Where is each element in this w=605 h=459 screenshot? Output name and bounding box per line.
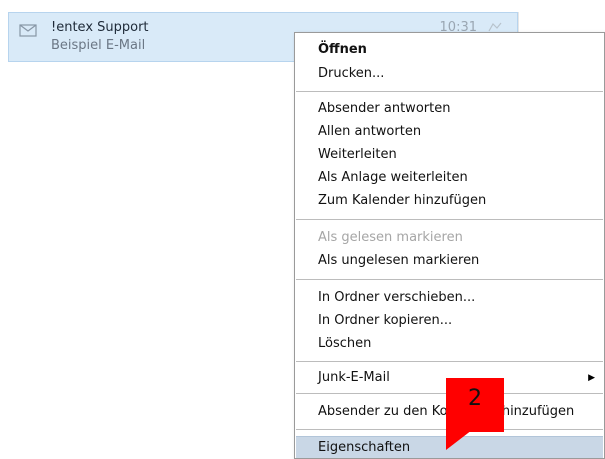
submenu-arrow-icon: ▶	[588, 373, 595, 383]
menu-item-open[interactable]: Öffnen	[296, 39, 603, 61]
envelope-icon	[19, 22, 37, 37]
menu-item-mark-unread[interactable]: Als ungelesen markieren	[296, 250, 603, 272]
menu-item-forward[interactable]: Weiterleiten	[296, 144, 603, 166]
menu-separator	[296, 279, 603, 280]
annotation-callout: 2	[446, 378, 504, 432]
menu-item-print[interactable]: Drucken...	[296, 63, 603, 85]
menu-item-delete[interactable]: Löschen	[296, 333, 603, 355]
menu-item-add-to-calendar[interactable]: Zum Kalender hinzufügen	[296, 190, 603, 212]
menu-item-forward-attachment[interactable]: Als Anlage weiterleiten	[296, 167, 603, 189]
menu-item-reply[interactable]: Absender antworten	[296, 98, 603, 120]
menu-separator	[296, 361, 603, 362]
callout-pointer	[446, 430, 472, 450]
menu-item-move-to-folder[interactable]: In Ordner verschieben...	[296, 287, 603, 309]
menu-item-copy-to-folder[interactable]: In Ordner kopieren...	[296, 310, 603, 332]
menu-separator	[296, 219, 603, 220]
mail-subject: Beispiel E-Mail	[51, 38, 146, 53]
menu-separator	[296, 91, 603, 92]
menu-item-junk-label: Junk-E-Mail	[318, 370, 390, 385]
mail-sender: !entex Support	[51, 20, 149, 35]
menu-item-mark-read[interactable]: Als gelesen markieren	[296, 227, 603, 249]
menu-item-reply-all[interactable]: Allen antworten	[296, 121, 603, 143]
callout-number: 2	[468, 386, 482, 411]
